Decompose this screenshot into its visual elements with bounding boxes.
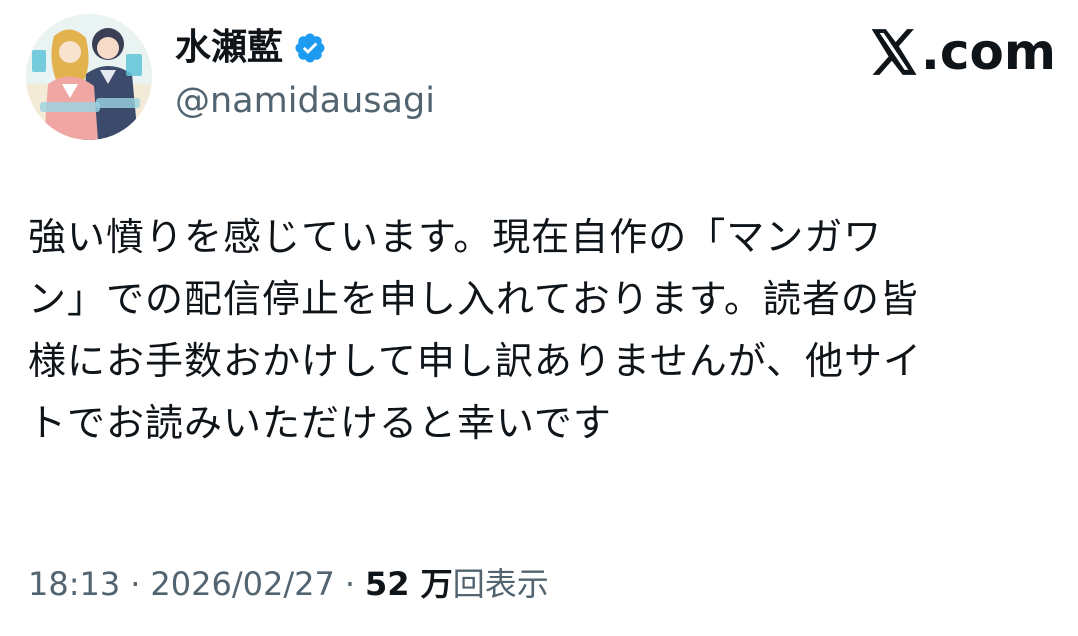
- tweet-text-line: 様にお手数おかけして申し訳ありませんが、他サイ: [28, 339, 922, 383]
- author-handle[interactable]: @namidausagi: [175, 78, 435, 124]
- author-name-row: 水瀬藍: [175, 26, 327, 70]
- views-label: 回表示: [452, 565, 549, 603]
- tweet-time[interactable]: 18:13: [28, 562, 120, 606]
- tweet-meta: 18:13 · 2026/02/27 · 52 万 回表示: [28, 562, 549, 606]
- tweet-text-line: 強い憤りを感じています。現在自作の「マンガワ: [28, 215, 883, 259]
- verified-badge-icon: [295, 33, 325, 63]
- tweet-text-line: トでお読みいただけると幸いです: [28, 401, 612, 445]
- views-count[interactable]: 52 万: [365, 562, 453, 606]
- x-logo-icon: [871, 29, 917, 75]
- tweet-text-line: ン」での配信停止を申し入れております。読者の皆: [28, 277, 919, 321]
- author-display-name[interactable]: 水瀬藍: [175, 26, 283, 70]
- manga-cover-avatar-icon[interactable]: [26, 14, 152, 140]
- tweet-date[interactable]: 2026/02/27: [150, 562, 334, 606]
- tweet-screenshot: 水瀬藍 @namidausagi .com 強い憤りを感じています。現在自作の「…: [0, 0, 1078, 636]
- tweet-text: 強い憤りを感じています。現在自作の「マンガワ ン」での配信停止を申し入れておりま…: [28, 206, 1058, 454]
- meta-separator: ·: [344, 565, 355, 603]
- brand-domain-text: .com: [920, 23, 1056, 81]
- x-brand: .com: [869, 24, 1056, 80]
- meta-separator: ·: [130, 565, 141, 603]
